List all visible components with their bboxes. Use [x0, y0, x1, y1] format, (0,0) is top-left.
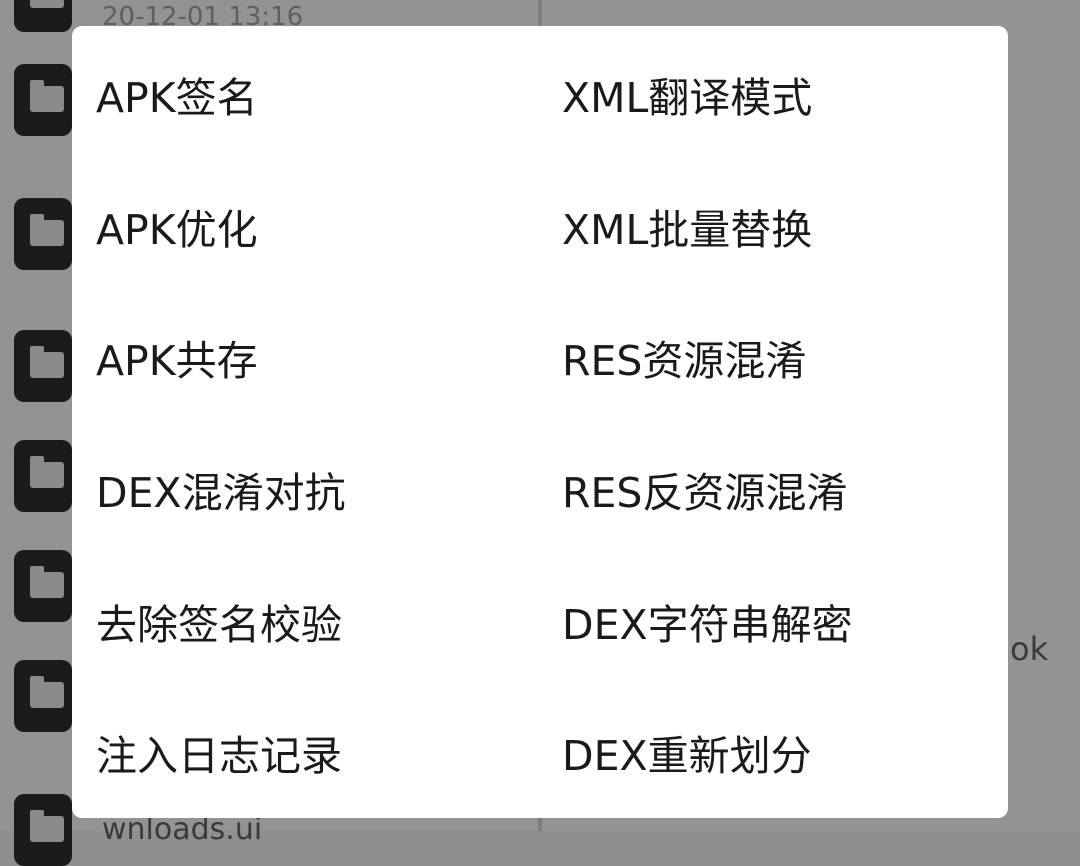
menu-item-dex-string-decrypt[interactable]: DEX字符串解密: [562, 555, 992, 687]
menu-item-dex-redivide[interactable]: DEX重新划分: [562, 686, 992, 818]
menu-item-remove-signature-check[interactable]: 去除签名校验: [96, 555, 540, 687]
folder-icon: [14, 0, 72, 32]
folder-icon: [14, 440, 72, 512]
tools-menu-grid: APK签名 XML翻译模式 APK优化 XML批量替换 APK共存 RES资源混…: [72, 26, 1008, 818]
folder-icon: [14, 198, 72, 270]
menu-item-res-obfuscate[interactable]: RES资源混淆: [562, 291, 992, 423]
folder-icon: [14, 794, 72, 866]
menu-item-label: XML翻译模式: [562, 74, 813, 122]
menu-item-label: RES反资源混淆: [562, 469, 848, 517]
menu-item-xml-batch-replace[interactable]: XML批量替换: [562, 160, 992, 292]
menu-item-label: RES资源混淆: [562, 337, 807, 385]
menu-item-label: DEX混淆对抗: [96, 469, 346, 517]
menu-item-apk-coexist[interactable]: APK共存: [96, 291, 540, 423]
menu-item-xml-translate-mode[interactable]: XML翻译模式: [562, 28, 992, 160]
menu-item-label: APK签名: [96, 74, 258, 122]
menu-item-res-deobfuscate[interactable]: RES反资源混淆: [562, 423, 992, 555]
menu-item-label: DEX字符串解密: [562, 601, 853, 649]
menu-item-label: 注入日志记录: [96, 732, 342, 780]
menu-item-label: APK共存: [96, 337, 258, 385]
menu-item-apk-sign[interactable]: APK签名: [96, 28, 540, 160]
background-text-fragment: ok: [1010, 630, 1049, 668]
folder-icon: [14, 660, 72, 732]
menu-item-label: 去除签名校验: [96, 601, 342, 649]
menu-item-label: XML批量替换: [562, 206, 813, 254]
folder-icon: [14, 550, 72, 622]
menu-item-label: APK优化: [96, 206, 258, 254]
menu-item-dex-anti-obfuscation[interactable]: DEX混淆对抗: [96, 423, 540, 555]
folder-icon: [14, 330, 72, 402]
menu-item-apk-optimize[interactable]: APK优化: [96, 160, 540, 292]
menu-item-label: DEX重新划分: [562, 732, 812, 780]
folder-icon: [14, 64, 72, 136]
menu-item-inject-logging[interactable]: 注入日志记录: [96, 686, 540, 818]
tools-menu-dialog: APK签名 XML翻译模式 APK优化 XML批量替换 APK共存 RES资源混…: [72, 26, 1008, 818]
